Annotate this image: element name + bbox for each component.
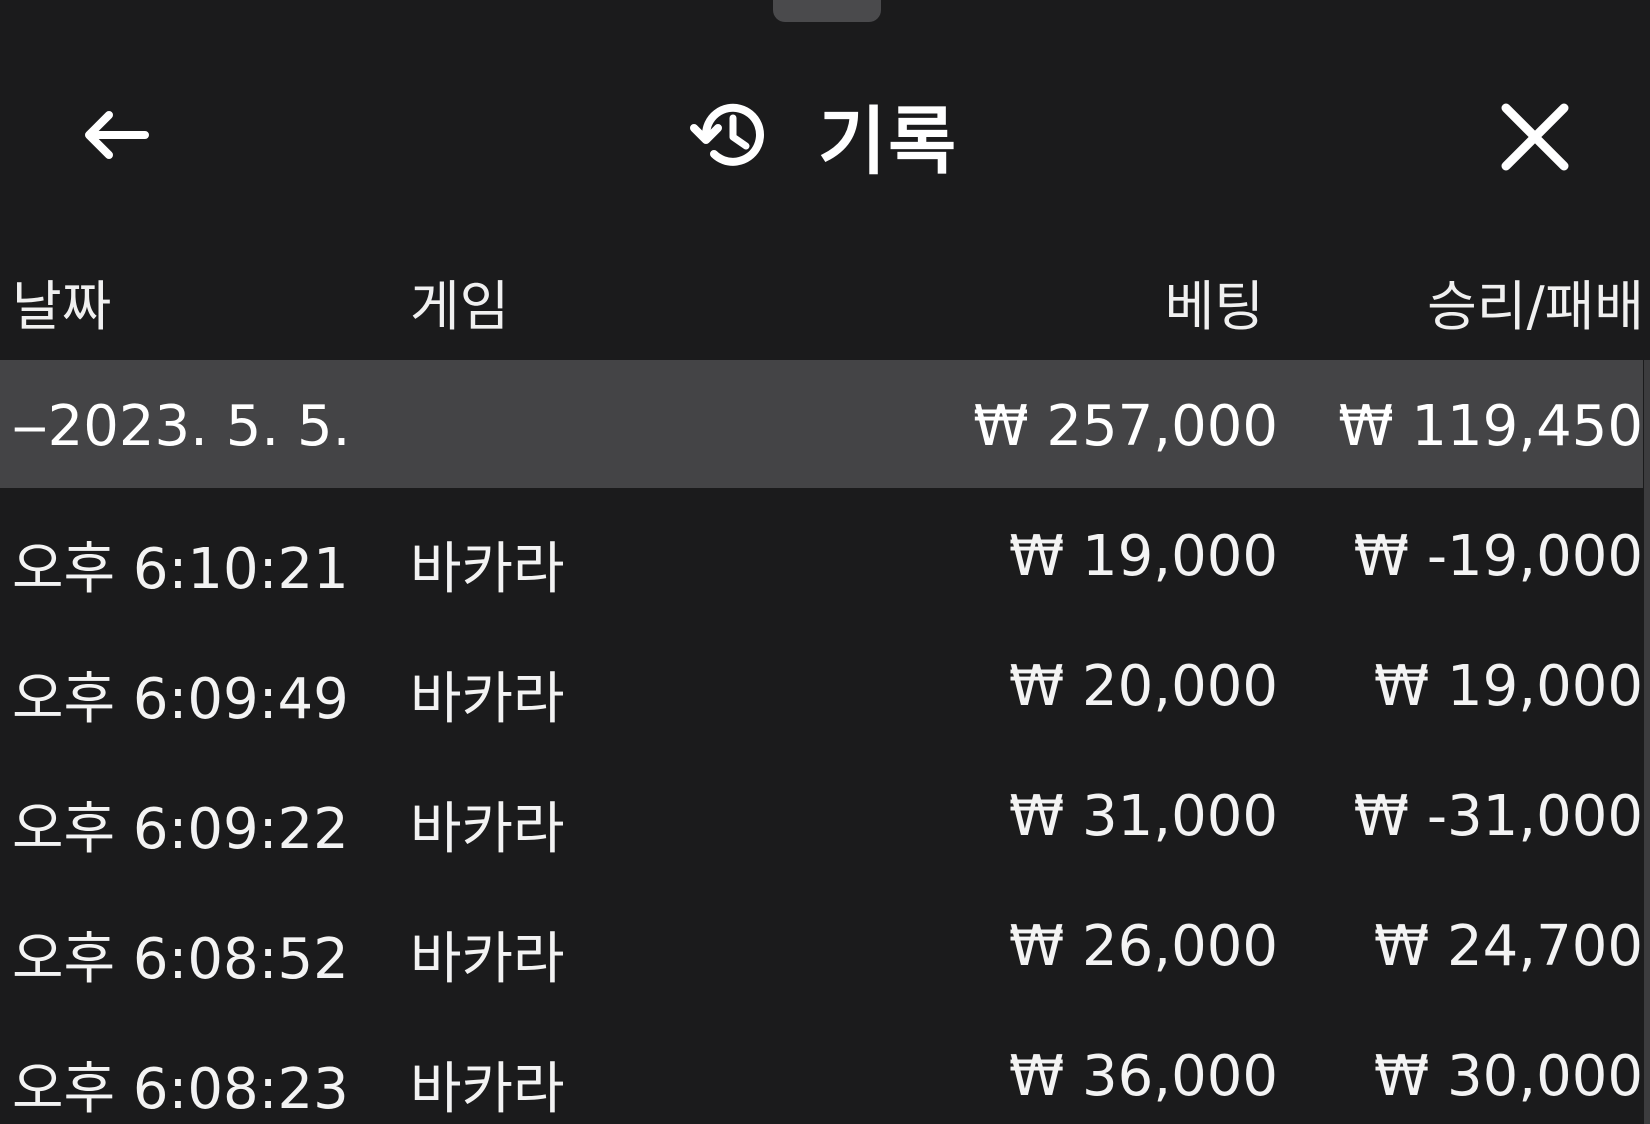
row-bet: ₩ 19,000 [1008,524,1278,589]
row-time: 오후 6:09:22 [12,797,349,862]
row-game: 바카라 [410,537,565,602]
row-bet: ₩ 20,000 [1008,654,1278,719]
history-clock-icon [690,103,764,166]
date-group-result-total: ₩ 119,450 [1338,394,1643,459]
row-result: ₩ -19,000 [1353,524,1643,589]
row-result: ₩ -31,000 [1353,784,1643,849]
page-title-group: 기록 [690,85,958,185]
table-row[interactable]: 오후 6:10:21 바카라 ₩ 19,000 ₩ -19,000 [0,490,1643,620]
row-result: ₩ 30,000 [1373,1044,1643,1109]
table-row[interactable]: 오후 6:09:49 바카라 ₩ 20,000 ₩ 19,000 [0,620,1643,750]
scrollbar[interactable] [1644,360,1650,1124]
table-row[interactable]: 오후 6:09:22 바카라 ₩ 31,000 ₩ -31,000 [0,750,1643,880]
history-table[interactable]: ‒2023. 5. 5. ₩ 257,000 ₩ 119,450 오후 6:10… [0,360,1650,1124]
row-time: 오후 6:08:23 [12,1057,349,1122]
arrow-left-icon [85,111,149,159]
date-group-label: ‒2023. 5. 5. [12,394,351,459]
row-game: 바카라 [410,927,565,992]
row-bet: ₩ 36,000 [1008,1044,1278,1109]
table-row[interactable]: 오후 6:08:52 바카라 ₩ 26,000 ₩ 24,700 [0,880,1643,1010]
page-title: 기록 [818,98,959,185]
table-header: 날짜 게임 베팅 승리/패배 [0,240,1650,345]
close-button[interactable] [1490,92,1580,182]
drag-handle[interactable] [773,0,881,22]
row-bet: ₩ 31,000 [1008,784,1278,849]
column-header-bet[interactable]: 베팅 [1165,262,1264,341]
row-game: 바카라 [410,1057,565,1122]
close-icon [1501,103,1569,171]
row-time: 오후 6:08:52 [12,927,349,992]
column-header-date[interactable]: 날짜 [12,262,111,341]
column-header-game[interactable]: 게임 [410,262,509,341]
row-time: 오후 6:09:49 [12,667,349,732]
date-group-bet-total: ₩ 257,000 [973,394,1278,459]
row-result: ₩ 24,700 [1373,914,1643,979]
header: 기록 [0,30,1650,190]
back-button[interactable] [70,100,160,170]
table-row[interactable]: 오후 6:08:23 바카라 ₩ 36,000 ₩ 30,000 [0,1010,1643,1124]
row-bet: ₩ 26,000 [1008,914,1278,979]
column-header-result[interactable]: 승리/패배 [1427,262,1644,341]
row-time: 오후 6:10:21 [12,537,349,602]
row-result: ₩ 19,000 [1373,654,1643,719]
row-game: 바카라 [410,667,565,732]
history-panel: 기록 날짜 게임 베팅 승리/패배 ‒2023. 5. 5. ₩ 257,000… [0,0,1650,1124]
date-group-row[interactable]: ‒2023. 5. 5. ₩ 257,000 ₩ 119,450 [0,360,1643,488]
row-game: 바카라 [410,797,565,862]
